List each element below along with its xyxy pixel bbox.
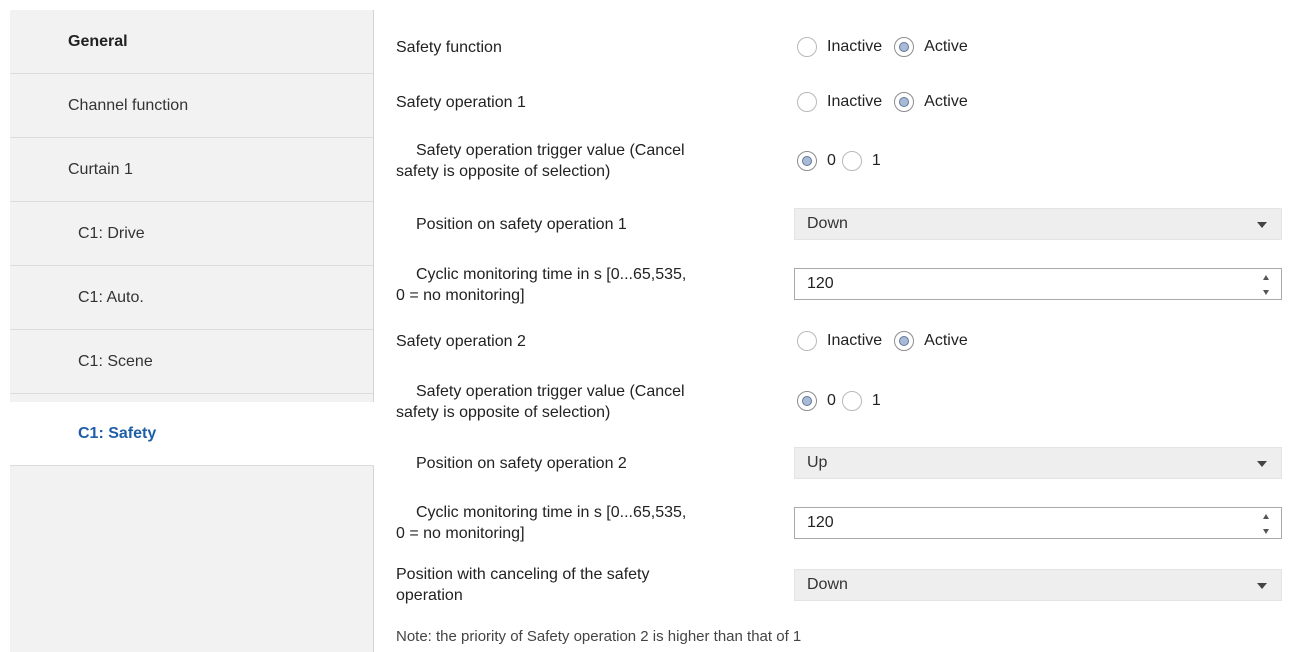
select-value: Down bbox=[807, 215, 848, 232]
sidebar-item-label: C1: Auto. bbox=[78, 288, 144, 306]
chevron-down-icon bbox=[1257, 583, 1267, 589]
safety-function-label: Safety function bbox=[396, 39, 502, 56]
spin-up-icon[interactable] bbox=[1263, 275, 1269, 280]
option-label: 1 bbox=[871, 152, 881, 169]
position1-label: Position on safety operation 1 bbox=[416, 216, 627, 233]
cyclic2-spinbox[interactable]: 120 bbox=[794, 507, 1282, 539]
safety-function-inactive-radio[interactable] bbox=[797, 37, 817, 57]
label-line: Cyclic monitoring time in s [0...65,535, bbox=[416, 504, 687, 521]
cyclic1-spinbox[interactable]: 120 bbox=[794, 268, 1282, 300]
sidebar-item-label: C1: Drive bbox=[78, 224, 145, 242]
sidebar-item-label: C1: Safety bbox=[78, 424, 157, 442]
trigger1-label: Safety operation trigger value (Cancel s… bbox=[396, 140, 685, 182]
sidebar-item-label: General bbox=[68, 32, 128, 50]
cancel-position-label: Position with canceling of the safety op… bbox=[396, 564, 649, 606]
option-label: Active bbox=[924, 332, 968, 349]
option-label: Inactive bbox=[827, 38, 883, 55]
label-line: Cyclic monitoring time in s [0...65,535, bbox=[416, 266, 687, 283]
sidebar: General Channel function Curtain 1 C1: D… bbox=[10, 10, 374, 652]
priority-note: Note: the priority of Safety operation 2… bbox=[396, 628, 802, 645]
label-line: safety is opposite of selection) bbox=[396, 404, 611, 421]
cyclic1-label: Cyclic monitoring time in s [0...65,535,… bbox=[396, 264, 686, 306]
select-value: Up bbox=[807, 454, 828, 471]
option-label: 0 bbox=[827, 392, 836, 409]
option-label: Inactive bbox=[827, 332, 883, 349]
trigger1-0-radio[interactable] bbox=[797, 151, 817, 171]
trigger1-radio-group: 0 1 bbox=[797, 151, 893, 171]
cancel-position-select[interactable]: Down bbox=[794, 569, 1282, 601]
label-line: Position with canceling of the safety bbox=[396, 566, 650, 583]
spinbox-value: 120 bbox=[807, 514, 834, 531]
spinbox-value: 120 bbox=[807, 275, 834, 292]
label-line: operation bbox=[396, 587, 463, 604]
sidebar-item-c1-safety[interactable]: C1: Safety bbox=[10, 402, 374, 466]
option-label: 0 bbox=[827, 152, 836, 169]
safety-op2-inactive-radio[interactable] bbox=[797, 331, 817, 351]
sidebar-item-c1-drive[interactable]: C1: Drive bbox=[10, 202, 373, 266]
select-value: Down bbox=[807, 576, 848, 593]
chevron-down-icon bbox=[1257, 222, 1267, 228]
label-line: 0 = no monitoring] bbox=[396, 525, 525, 542]
label-line: Safety operation trigger value (Cancel bbox=[416, 142, 685, 159]
option-label: Active bbox=[924, 38, 968, 55]
safety-op1-active-radio[interactable] bbox=[894, 92, 915, 112]
sidebar-item-channel-function[interactable]: Channel function bbox=[10, 74, 373, 138]
sidebar-item-c1-scene[interactable]: C1: Scene bbox=[10, 330, 373, 394]
sidebar-item-label: C1: Scene bbox=[78, 352, 153, 370]
sidebar-item-label: Curtain 1 bbox=[68, 160, 133, 178]
spin-down-icon[interactable] bbox=[1263, 290, 1269, 295]
label-line: 0 = no monitoring] bbox=[396, 287, 525, 304]
trigger2-0-radio[interactable] bbox=[797, 391, 817, 411]
position2-select[interactable]: Up bbox=[794, 447, 1282, 479]
trigger2-1-radio[interactable] bbox=[841, 391, 862, 411]
safety-op1-radio-group: Inactive Active bbox=[797, 92, 980, 112]
safety-op2-active-radio[interactable] bbox=[894, 331, 915, 351]
safety-op2-radio-group: Inactive Active bbox=[797, 331, 980, 351]
option-label: Active bbox=[924, 93, 968, 110]
sidebar-item-label: Channel function bbox=[68, 96, 189, 114]
sidebar-item-c1-auto[interactable]: C1: Auto. bbox=[10, 266, 373, 330]
option-label: 1 bbox=[871, 392, 881, 409]
safety-function-active-radio[interactable] bbox=[894, 37, 915, 57]
trigger2-radio-group: 0 1 bbox=[797, 391, 893, 411]
safety-function-radio-group: Inactive Active bbox=[797, 37, 980, 57]
sidebar-item-curtain-1[interactable]: Curtain 1 bbox=[10, 138, 373, 202]
trigger1-1-radio[interactable] bbox=[841, 151, 862, 171]
safety-op2-label: Safety operation 2 bbox=[396, 333, 526, 350]
position2-label: Position on safety operation 2 bbox=[416, 455, 627, 472]
option-label: Inactive bbox=[827, 93, 883, 110]
cyclic2-label: Cyclic monitoring time in s [0...65,535,… bbox=[396, 502, 686, 544]
safety-op1-inactive-radio[interactable] bbox=[797, 92, 817, 112]
sidebar-item-general[interactable]: General bbox=[10, 10, 373, 74]
position1-select[interactable]: Down bbox=[794, 208, 1282, 240]
chevron-down-icon bbox=[1257, 461, 1267, 467]
spin-up-icon[interactable] bbox=[1263, 514, 1269, 519]
spin-arrows[interactable] bbox=[1261, 275, 1271, 295]
spin-arrows[interactable] bbox=[1261, 514, 1271, 534]
spin-down-icon[interactable] bbox=[1263, 529, 1269, 534]
trigger2-label: Safety operation trigger value (Cancel s… bbox=[396, 381, 685, 423]
parameter-panel: Safety function Inactive Active Safety o… bbox=[374, 10, 1299, 652]
label-line: Safety operation trigger value (Cancel bbox=[416, 383, 685, 400]
label-line: safety is opposite of selection) bbox=[396, 163, 611, 180]
safety-op1-label: Safety operation 1 bbox=[396, 94, 526, 111]
